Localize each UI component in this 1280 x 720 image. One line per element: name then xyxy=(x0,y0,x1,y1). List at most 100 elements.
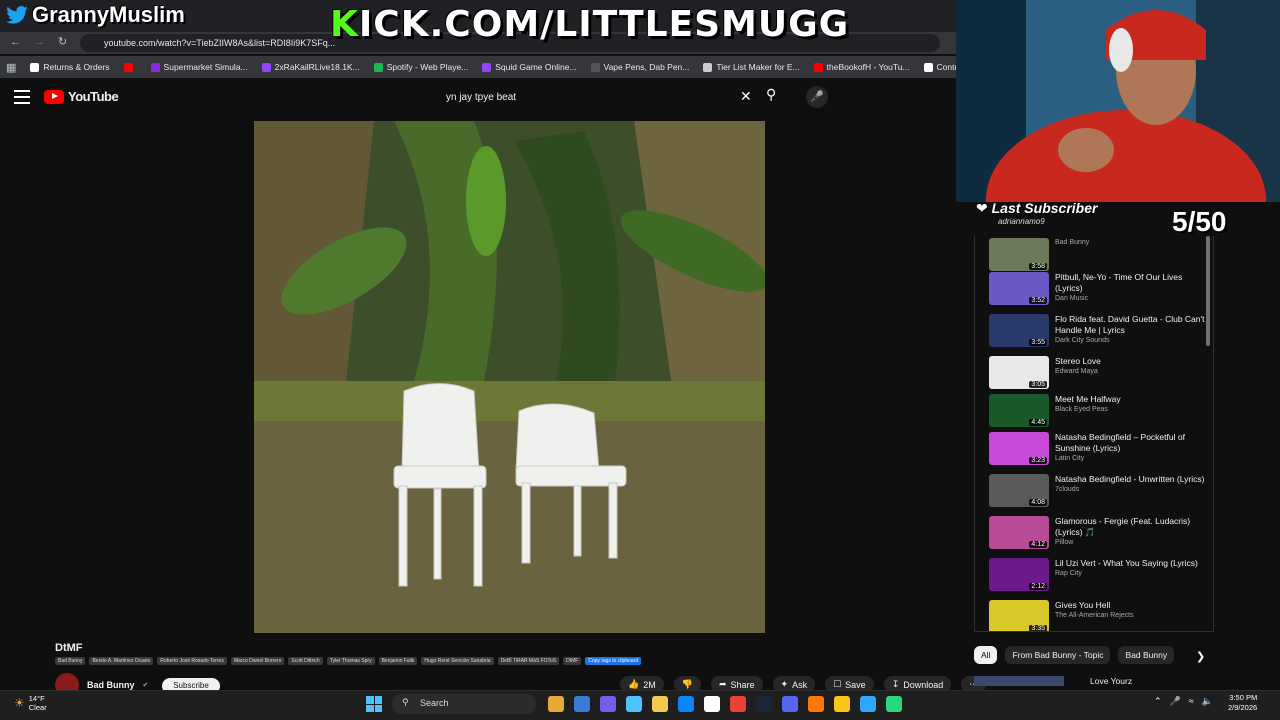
taskbar-app-icon[interactable] xyxy=(782,696,798,712)
bookmark-label: Squid Game Online... xyxy=(495,62,577,72)
bookmark-item[interactable]: Supermarket Simula... xyxy=(150,62,248,72)
sub-goal-counter: 5/50 xyxy=(1172,206,1227,237)
weather-condition: Clear xyxy=(28,703,47,712)
playlist-item-title: Natasha Bedingfield – Pocketful of Sunsh… xyxy=(1055,432,1185,453)
video-tag[interactable]: Benjamin Falik xyxy=(378,657,418,665)
bookmark-favicon-icon xyxy=(703,62,713,72)
hamburger-menu-icon[interactable] xyxy=(14,90,30,104)
forward-icon[interactable]: → xyxy=(34,36,45,48)
playlist-thumbnail: 2:12 xyxy=(989,558,1049,591)
taskbar-app-icon[interactable] xyxy=(626,696,642,712)
video-tag[interactable]: Tyler Thomas Spry xyxy=(326,657,375,665)
bookmark-favicon-icon xyxy=(373,62,383,72)
channel-name[interactable]: Bad Bunny xyxy=(87,680,135,690)
video-tag[interactable]: DtMF xyxy=(563,657,582,665)
bookmark-label: Control Room xyxy=(936,62,956,72)
taskbar-app-icon[interactable] xyxy=(886,696,902,712)
share-icon: ➦ xyxy=(718,679,727,689)
video-tag[interactable]: Hugo René Sención Sanabria xyxy=(421,657,494,665)
taskbar-app-icon[interactable] xyxy=(834,696,850,712)
playlist-item-channel: Dark City Sounds xyxy=(1055,337,1110,344)
taskbar-app-icon[interactable] xyxy=(548,696,564,712)
playlist-item[interactable]: 4:08 Natasha Bedingfield - Unwritten (Lyr… xyxy=(989,474,1209,510)
video-player[interactable] xyxy=(254,121,765,633)
taskbar-search[interactable]: ⚲ Search xyxy=(392,694,536,714)
chevron-right-icon[interactable]: ❯ xyxy=(1196,650,1205,663)
taskbar-app-icon[interactable] xyxy=(678,696,694,712)
sparkle-icon: ✦ xyxy=(780,679,789,689)
bookmark-item[interactable] xyxy=(123,62,137,72)
playlist-item-title: Glamorous - Fergie (Feat. Ludacris) (Lyr… xyxy=(1055,516,1191,537)
bookmark-item[interactable]: Returns & Orders xyxy=(30,62,110,72)
video-duration: 3:23 xyxy=(1029,457,1047,464)
taskbar-app-icon[interactable] xyxy=(704,696,720,712)
playlist-item[interactable]: 3:23 Natasha Bedingfield – Pocketful of S… xyxy=(989,432,1209,468)
filter-chip[interactable]: Bad Bunny xyxy=(1118,646,1175,664)
search-icon[interactable]: ⚲ xyxy=(766,86,788,108)
bookmark-item[interactable]: Spotify - Web Playe... xyxy=(373,62,468,72)
taskbar-clock[interactable]: 3:50 PM 2/9/2026 xyxy=(1228,693,1257,713)
twitter-bird-icon xyxy=(6,6,28,24)
taskbar-app-icon[interactable] xyxy=(600,696,616,712)
wifi-icon[interactable]: ≈ xyxy=(1189,696,1194,707)
microphone-icon[interactable]: 🎤 xyxy=(1170,696,1181,707)
playlist-item[interactable]: 3:35 Gives You Hell The All-American Rejec… xyxy=(989,600,1209,631)
next-video-item[interactable]: Love Yourz xyxy=(974,676,1132,686)
video-duration: 3:52 xyxy=(1029,297,1047,304)
bookmark-item[interactable]: Control Room xyxy=(923,62,956,72)
playlist-item[interactable]: 3:52 Pitbull, Ne-Yo - Time Of Our Lives (… xyxy=(989,272,1209,308)
windows-start-icon[interactable] xyxy=(366,696,382,712)
download-label: Download xyxy=(903,679,944,690)
bookmark-item[interactable]: 2xRaKailRLive18.1K... xyxy=(261,62,360,72)
playlist-item[interactable]: 3:05 Stereo Love Edward Maya xyxy=(989,356,1209,392)
bookmark-item[interactable]: theBookofH - YouTu... xyxy=(813,62,910,72)
taskbar-app-icon[interactable] xyxy=(574,696,590,712)
video-tag[interactable]: Scott Dittrich xyxy=(288,657,323,665)
video-tag[interactable]: DeBÍ TiRAR MáS FOToS xyxy=(497,657,560,665)
playlist-scrollbar[interactable] xyxy=(1206,236,1210,346)
weather-widget[interactable]: ☀ 14°F Clear xyxy=(14,694,47,712)
bookmark-item[interactable]: Squid Game Online... xyxy=(482,62,577,72)
filter-chip[interactable]: All xyxy=(974,646,998,664)
apps-grid-icon[interactable]: ▦ xyxy=(6,61,16,74)
search-input[interactable] xyxy=(436,86,762,108)
filter-chip[interactable]: From Bad Bunny - Topic xyxy=(1005,646,1111,664)
video-tag[interactable]: Bad Bunny xyxy=(55,657,86,665)
reload-icon[interactable]: ↻ xyxy=(58,35,67,48)
playlist-item[interactable]: 4:45 Meet Me Halfway Black Eyed Peas xyxy=(989,394,1209,430)
clear-search-icon[interactable]: ✕ xyxy=(740,88,752,105)
bookmark-favicon-icon xyxy=(813,62,823,72)
taskbar-apps xyxy=(548,696,902,712)
microphone-icon[interactable]: 🎤 xyxy=(806,86,828,108)
taskbar-app-icon[interactable] xyxy=(808,696,824,712)
volume-icon[interactable]: 🔈 xyxy=(1202,696,1213,707)
youtube-logo[interactable]: YouTube xyxy=(44,89,119,104)
playlist-item-text: Bad Bunny xyxy=(1055,238,1089,274)
like-count: 2M xyxy=(643,679,656,690)
bookmark-favicon-icon xyxy=(261,62,271,72)
copy-tags-button[interactable]: Copy tags to clipboard xyxy=(585,657,642,665)
video-tag[interactable]: Benito A. Martínez Ocasio xyxy=(89,657,154,665)
playlist-item-text: Natasha Bedingfield – Pocketful of Sunsh… xyxy=(1055,432,1209,468)
playlist-item[interactable]: 4:12 Glamorous - Fergie (Feat. Ludacris) … xyxy=(989,516,1209,552)
taskbar-app-icon[interactable] xyxy=(860,696,876,712)
video-tag[interactable]: Roberto José Rosado Torres xyxy=(157,657,227,665)
clock-date: 2/9/2026 xyxy=(1228,703,1258,712)
bookmark-label: Vape Pens, Dab Pen... xyxy=(603,62,690,72)
taskbar-app-icon[interactable] xyxy=(756,696,772,712)
bookmark-label: 2xRaKailRLive18.1K... xyxy=(274,62,360,72)
video-tag[interactable]: Marco Daniel Borrero xyxy=(230,657,285,665)
chevron-up-icon[interactable]: ⌃ xyxy=(1154,696,1162,707)
video-duration: 2:12 xyxy=(1029,583,1047,590)
playlist-thumbnail: 3:52 xyxy=(989,272,1049,305)
bookmark-item[interactable]: Tier List Maker for E... xyxy=(703,62,800,72)
playlist-item[interactable]: 3:58 Bad Bunny xyxy=(989,238,1209,274)
bookmark-item[interactable]: Vape Pens, Dab Pen... xyxy=(590,62,690,72)
taskbar-app-icon[interactable] xyxy=(730,696,746,712)
playlist-item[interactable]: 2:12 Lil Uzi Vert - What You Saying (Lyri… xyxy=(989,558,1209,594)
playlist-item[interactable]: 3:55 Flo Rida feat. David Guetta - Club C… xyxy=(989,314,1209,350)
taskbar-app-icon[interactable] xyxy=(652,696,668,712)
back-icon[interactable]: ← xyxy=(10,36,21,48)
playlist-item-channel: Black Eyed Peas xyxy=(1055,406,1108,413)
playlist-thumbnail: 4:08 xyxy=(989,474,1049,507)
